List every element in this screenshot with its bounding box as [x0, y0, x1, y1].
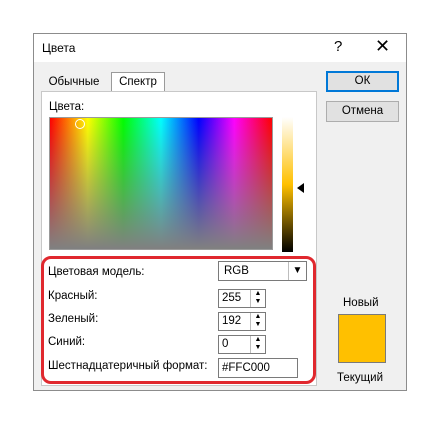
close-icon[interactable]: ✕ — [375, 36, 390, 57]
new-color-label: Новый — [343, 297, 379, 309]
tab-standard[interactable]: Обычные — [41, 73, 107, 91]
colors-label: Цвета: — [49, 101, 85, 113]
colors-dialog: Цвета ? ✕ Обычные Спектр Цвета: Цветовая… — [33, 33, 407, 391]
cancel-button[interactable]: Отмена — [326, 101, 399, 122]
highlight-frame — [41, 256, 316, 384]
spectrum-marker[interactable] — [75, 119, 85, 129]
color-spectrum[interactable] — [49, 117, 273, 250]
luminance-slider[interactable] — [282, 117, 293, 252]
title-bar: Цвета ? ✕ — [34, 34, 406, 62]
color-preview-swatch — [338, 314, 386, 363]
tab-custom[interactable]: Спектр — [111, 72, 165, 92]
help-icon[interactable]: ? — [334, 38, 342, 55]
dialog-title: Цвета — [42, 41, 76, 55]
current-color-label: Текущий — [337, 372, 383, 384]
luminance-arrow-icon[interactable] — [297, 183, 304, 193]
ok-button[interactable]: ОК — [326, 71, 399, 92]
